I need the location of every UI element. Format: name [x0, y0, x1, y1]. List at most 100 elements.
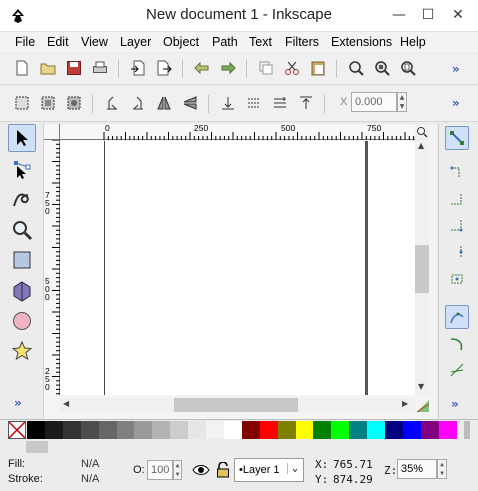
- snap-path-icon[interactable]: [445, 332, 469, 356]
- layer-dropdown[interactable]: •Layer 1 ⌄: [234, 458, 304, 482]
- color-swatch[interactable]: [367, 421, 386, 439]
- tools-more-button[interactable]: »: [14, 396, 22, 410]
- color-swatch[interactable]: [331, 421, 350, 439]
- color-swatch[interactable]: [349, 421, 368, 439]
- color-swatch[interactable]: [116, 421, 135, 439]
- redo-icon[interactable]: [218, 58, 238, 78]
- new-icon[interactable]: [12, 58, 32, 78]
- select-all-layers-icon[interactable]: [38, 93, 58, 113]
- color-swatch[interactable]: [438, 421, 457, 439]
- color-swatch[interactable]: [420, 421, 439, 439]
- cut-icon[interactable]: [282, 58, 302, 78]
- color-swatch[interactable]: [134, 421, 153, 439]
- zoom-drawing-icon[interactable]: [372, 58, 392, 78]
- scroll-down-arrow[interactable]: ▼: [418, 382, 424, 391]
- snap-bbox-midpoint-icon[interactable]: [445, 240, 469, 264]
- 3d-box-tool-icon[interactable]: [8, 277, 36, 305]
- snap-nodes-icon[interactable]: [445, 305, 469, 329]
- fill-value[interactable]: N/A: [81, 458, 99, 470]
- color-swatch[interactable]: [44, 421, 63, 439]
- x-position-spinner[interactable]: ▲ ▼: [397, 92, 407, 112]
- duplicate-icon[interactable]: [256, 58, 276, 78]
- snap-more-button[interactable]: »: [451, 397, 459, 411]
- opacity-input[interactable]: [147, 460, 173, 480]
- scroll-left-arrow[interactable]: ◀: [63, 399, 69, 408]
- color-swatch[interactable]: [80, 421, 99, 439]
- color-swatch[interactable]: [223, 421, 242, 439]
- scroll-up-arrow[interactable]: ▲: [418, 141, 424, 150]
- color-swatch[interactable]: [313, 421, 332, 439]
- menu-path[interactable]: Path: [212, 35, 238, 49]
- selector-tool-icon[interactable]: [8, 124, 36, 152]
- palette-scrollbar[interactable]: [0, 439, 478, 455]
- tweak-tool-icon[interactable]: [8, 186, 36, 214]
- flip-horizontal-icon[interactable]: [154, 93, 174, 113]
- minimize-button[interactable]: —: [388, 4, 410, 26]
- color-swatch[interactable]: [98, 421, 117, 439]
- color-swatch[interactable]: [188, 421, 207, 439]
- palette-scroll-thumb[interactable]: [26, 441, 48, 453]
- vertical-ruler[interactable]: 7 5 0 5 0 0 2 5 0: [44, 140, 60, 395]
- maximize-button[interactable]: ☐: [417, 4, 439, 26]
- paste-icon[interactable]: [308, 58, 328, 78]
- deselect-icon[interactable]: [64, 93, 84, 113]
- export-icon[interactable]: [154, 58, 174, 78]
- menu-layer[interactable]: Layer: [120, 35, 151, 49]
- color-swatch[interactable]: [277, 421, 296, 439]
- zoom-input[interactable]: [397, 459, 437, 479]
- no-paint-swatch[interactable]: [8, 421, 26, 439]
- snap-intersection-icon[interactable]: [445, 358, 469, 382]
- star-tool-icon[interactable]: [8, 337, 36, 365]
- zoom-spinner[interactable]: ▲ ▼: [437, 459, 447, 479]
- snap-bbox-corner-icon[interactable]: [445, 214, 469, 238]
- eye-icon[interactable]: [191, 461, 211, 479]
- stroke-value[interactable]: N/A: [81, 473, 99, 485]
- horizontal-scroll-thumb[interactable]: [174, 398, 298, 412]
- horizontal-scrollbar[interactable]: ◀ ▶: [60, 398, 415, 412]
- select-all-icon[interactable]: [12, 93, 32, 113]
- drawing-canvas[interactable]: [60, 141, 415, 395]
- color-swatch[interactable]: [259, 421, 278, 439]
- color-swatch[interactable]: [241, 421, 260, 439]
- raise-top-icon[interactable]: [296, 93, 316, 113]
- color-swatch[interactable]: [385, 421, 403, 439]
- lower-bottom-icon[interactable]: [218, 93, 238, 113]
- node-tool-icon[interactable]: [8, 155, 36, 183]
- color-swatch[interactable]: [402, 421, 421, 439]
- vertical-scroll-thumb[interactable]: [415, 245, 429, 293]
- lower-icon[interactable]: [244, 93, 264, 113]
- snap-bbox-center-icon[interactable]: [445, 266, 469, 290]
- color-swatch[interactable]: [295, 421, 314, 439]
- commands-more-button[interactable]: »: [452, 62, 460, 76]
- color-swatch[interactable]: [62, 421, 81, 439]
- menu-filters[interactable]: Filters: [285, 35, 319, 49]
- palette-menu-button[interactable]: [464, 421, 470, 439]
- opacity-spinner[interactable]: ▲ ▼: [173, 460, 182, 480]
- menu-extensions[interactable]: Extensions: [331, 35, 392, 49]
- save-icon[interactable]: [64, 58, 84, 78]
- snap-bbox-icon[interactable]: [445, 160, 469, 184]
- rotate-ccw-icon[interactable]: [102, 93, 122, 113]
- snap-enable-icon[interactable]: [445, 126, 469, 150]
- import-icon[interactable]: [128, 58, 148, 78]
- scroll-right-arrow[interactable]: ▶: [402, 399, 408, 408]
- color-swatch[interactable]: [152, 421, 171, 439]
- menu-view[interactable]: View: [81, 35, 108, 49]
- close-button[interactable]: ✕: [447, 4, 469, 26]
- menu-help[interactable]: Help: [400, 35, 426, 49]
- zoom-tool-icon[interactable]: [8, 216, 36, 244]
- color-manage-icon[interactable]: [415, 398, 431, 414]
- menu-edit[interactable]: Edit: [47, 35, 69, 49]
- lock-icon[interactable]: [214, 461, 232, 479]
- open-icon[interactable]: [38, 58, 58, 78]
- menu-object[interactable]: Object: [163, 35, 199, 49]
- ellipse-tool-icon[interactable]: [8, 307, 36, 335]
- menu-file[interactable]: File: [15, 35, 35, 49]
- menu-text[interactable]: Text: [249, 35, 272, 49]
- x-position-input[interactable]: [351, 92, 397, 112]
- print-icon[interactable]: [90, 58, 110, 78]
- undo-icon[interactable]: [192, 58, 212, 78]
- rotate-cw-icon[interactable]: [128, 93, 148, 113]
- flip-vertical-icon[interactable]: [180, 93, 200, 113]
- zoom-selection-icon[interactable]: [346, 58, 366, 78]
